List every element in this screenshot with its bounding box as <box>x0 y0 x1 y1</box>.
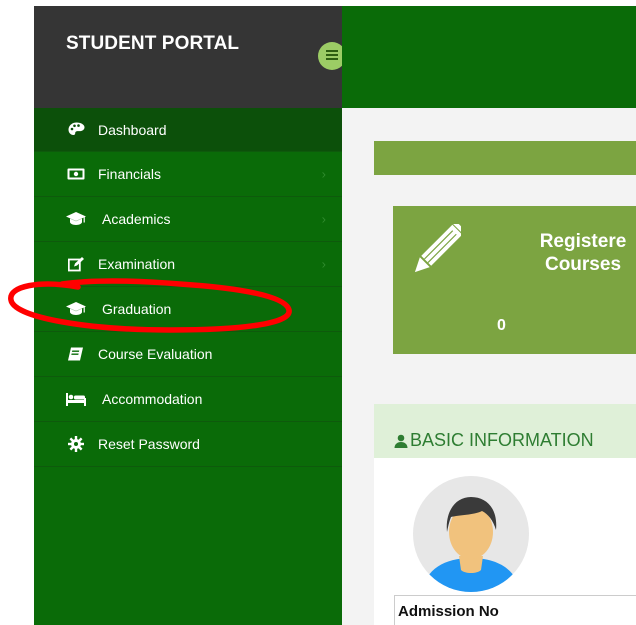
bed-icon <box>66 390 86 408</box>
card-title-line1: Registere <box>539 231 627 252</box>
table-border <box>394 595 395 625</box>
sidebar-item-financials[interactable]: Financials › <box>34 152 342 197</box>
chevron-right-icon: › <box>321 256 326 272</box>
sidebar-item-accommodation[interactable]: Accommodation <box>34 377 342 422</box>
chevron-right-icon: › <box>321 211 326 227</box>
edit-icon <box>66 255 86 273</box>
sidebar: STUDENT PORTAL Dashboard Financials › Ac… <box>34 6 346 625</box>
basic-information-title: BASIC INFORMATION <box>394 430 594 451</box>
admission-no-label: Admission No <box>398 603 499 620</box>
brand-title: STUDENT PORTAL <box>66 33 240 54</box>
sidebar-item-label: Course Evaluation <box>98 346 213 362</box>
sidebar-item-reset-password[interactable]: Reset Password <box>34 422 342 467</box>
sidebar-item-label: Examination <box>98 256 176 272</box>
graduation-cap-icon <box>66 210 86 228</box>
money-bill-icon <box>66 165 86 183</box>
sidebar-menu: Dashboard Financials › Academics › Exami… <box>34 108 342 467</box>
page-header-bar <box>374 141 636 175</box>
card-title-line2: Courses <box>544 254 622 275</box>
sidebar-item-label: Academics <box>102 211 171 227</box>
sidebar-item-academics[interactable]: Academics › <box>34 197 342 242</box>
registered-courses-card[interactable]: Registere Courses 0 <box>393 206 636 354</box>
sidebar-item-label: Accommodation <box>102 391 203 407</box>
sidebar-item-label: Dashboard <box>98 121 167 138</box>
top-navbar <box>342 6 636 108</box>
sidebar-item-dashboard[interactable]: Dashboard <box>34 108 342 152</box>
sidebar-item-label: Graduation <box>102 301 172 317</box>
hamburger-icon <box>326 47 338 65</box>
chevron-right-icon: › <box>321 166 326 182</box>
sidebar-item-label: Reset Password <box>98 436 200 452</box>
cog-icon <box>66 435 86 453</box>
basic-information-label: BASIC INFORMATION <box>410 430 594 450</box>
sidebar-item-examination[interactable]: Examination › <box>34 242 342 287</box>
table-border <box>394 595 636 596</box>
brand-header: STUDENT PORTAL <box>34 6 346 108</box>
book-icon <box>66 345 86 363</box>
avatar-icon <box>413 476 529 592</box>
card-title: Registere Courses <box>503 230 636 276</box>
pencil-icon <box>407 221 466 287</box>
user-icon <box>394 434 408 448</box>
card-count: 0 <box>497 317 506 334</box>
sidebar-item-label: Financials <box>98 166 162 182</box>
sidebar-item-course-evaluation[interactable]: Course Evaluation <box>34 332 342 377</box>
graduation-cap-icon <box>66 300 86 318</box>
avatar <box>412 474 530 599</box>
palette-icon <box>66 121 86 139</box>
sidebar-item-graduation[interactable]: Graduation <box>34 287 342 332</box>
basic-information-header: BASIC INFORMATION <box>374 404 636 458</box>
